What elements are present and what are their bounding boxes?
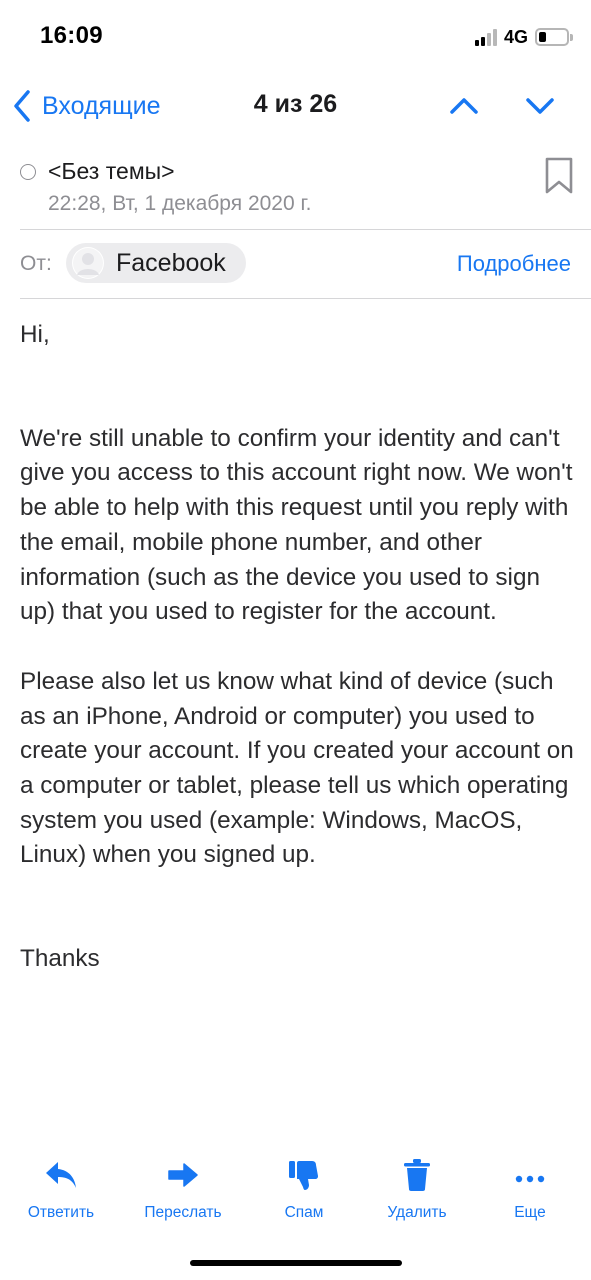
chevron-left-icon xyxy=(14,90,30,122)
sender-divider xyxy=(20,298,591,299)
read-status-icon[interactable] xyxy=(20,164,36,180)
from-label: От: xyxy=(20,252,52,275)
message-subject: <Без темы> xyxy=(48,158,175,184)
body-paragraph: Please also let us know what kind of dev… xyxy=(20,667,574,869)
network-type: 4G xyxy=(503,26,528,47)
mail-message-screen: 16:09 4G Входящие 4 из 26 <Без темы> 22:… xyxy=(0,0,591,1280)
sender-chip[interactable]: Facebook xyxy=(66,243,246,283)
status-indicators: 4G xyxy=(474,25,573,49)
reply-icon xyxy=(46,1162,76,1188)
delete-button[interactable]: Удалить xyxy=(362,1158,472,1222)
chevron-down-icon xyxy=(526,98,554,114)
sender-name: Facebook xyxy=(116,248,226,277)
header-divider xyxy=(20,229,591,230)
cellular-signal-icon xyxy=(474,28,497,46)
message-position: 4 из 26 xyxy=(253,90,338,118)
message-body: Hi, We're still unable to confirm your i… xyxy=(20,318,580,977)
greeting: Hi, xyxy=(20,321,50,348)
bookmark-icon[interactable] xyxy=(543,156,575,196)
message-date: 22:28, Вт, 1 декабря 2020 г. xyxy=(48,192,312,215)
forward-button[interactable]: Переслать xyxy=(128,1158,238,1222)
back-label: Входящие xyxy=(42,91,161,120)
sender-row: От: Facebook Подробнее xyxy=(0,238,591,290)
status-time: 16:09 xyxy=(40,22,103,49)
closing: Thanks xyxy=(20,945,100,973)
battery-icon xyxy=(535,28,573,46)
home-indicator[interactable] xyxy=(190,1260,402,1266)
status-bar: 16:09 4G xyxy=(0,0,591,72)
bottom-toolbar: Ответить Переслать Спам Удалить Еще xyxy=(0,1158,591,1228)
more-label: Еще xyxy=(514,1204,546,1221)
forward-label: Переслать xyxy=(144,1204,222,1221)
battery-level xyxy=(539,32,546,42)
reply-button[interactable]: Ответить xyxy=(6,1158,116,1222)
trash-icon xyxy=(404,1159,430,1191)
thumbs-down-icon xyxy=(289,1161,318,1190)
delete-label: Удалить xyxy=(387,1204,447,1221)
reply-label: Ответить xyxy=(27,1204,95,1221)
details-link[interactable]: Подробнее xyxy=(457,251,571,277)
forward-icon xyxy=(168,1163,198,1187)
next-message-button[interactable] xyxy=(520,88,560,124)
person-icon xyxy=(73,248,103,278)
back-button[interactable]: Входящие xyxy=(12,86,161,126)
avatar xyxy=(72,247,104,279)
spam-label: Спам xyxy=(284,1204,324,1221)
body-paragraph: We're still unable to confirm your ident… xyxy=(20,424,573,626)
chevron-up-icon xyxy=(450,98,478,114)
more-icon xyxy=(515,1175,545,1183)
message-header: <Без темы> 22:28, Вт, 1 декабря 2020 г. xyxy=(0,152,591,232)
navigation-bar: Входящие 4 из 26 xyxy=(0,78,591,134)
spam-button[interactable]: Спам xyxy=(249,1158,359,1222)
more-button[interactable]: Еще xyxy=(475,1158,585,1222)
previous-message-button[interactable] xyxy=(444,88,484,124)
